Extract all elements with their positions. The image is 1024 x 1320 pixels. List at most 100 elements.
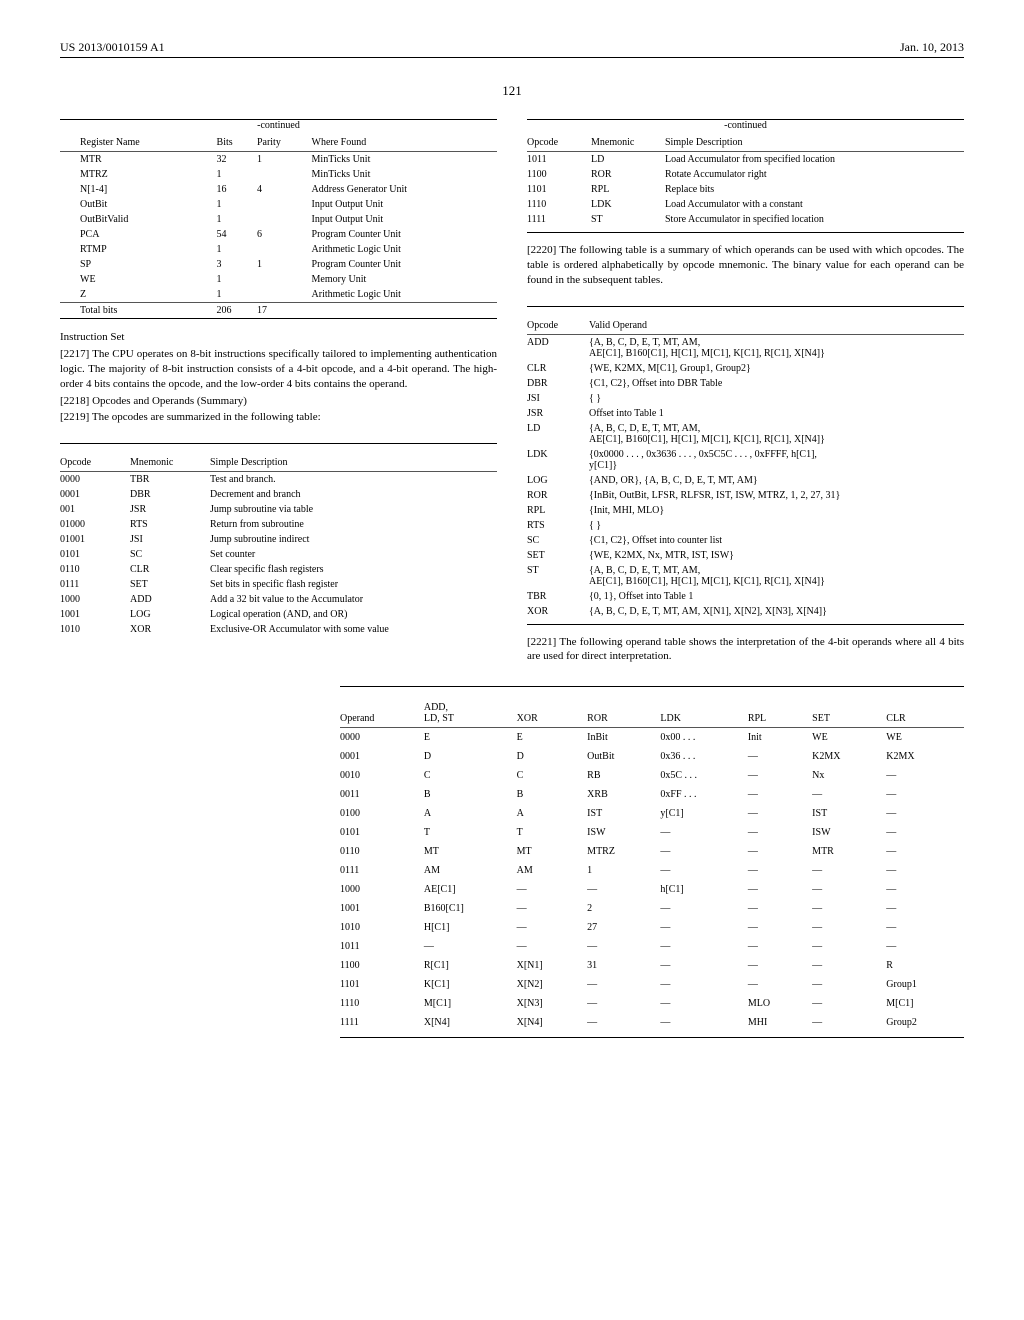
- cell: —: [587, 975, 660, 994]
- cell: X[N1]: [517, 956, 588, 975]
- col-header: Simple Description: [210, 454, 497, 472]
- table-row: 0100AAISTy[C1]—IST—: [340, 804, 964, 823]
- cell: —: [660, 899, 747, 918]
- cell: Arithmetic Logic Unit: [312, 242, 497, 257]
- cell: —: [748, 956, 812, 975]
- cell: [257, 212, 312, 227]
- cell: ST: [527, 563, 589, 589]
- cell: 1100: [527, 167, 591, 182]
- cell: X[N4]: [424, 1013, 517, 1032]
- cell: 0001: [60, 487, 130, 502]
- cell: LDK: [527, 447, 589, 473]
- table-row: SET{WE, K2MX, Nx, MTR, IST, ISW}: [527, 548, 964, 563]
- cell: MLO: [748, 994, 812, 1013]
- col-header: Register Name: [60, 134, 217, 152]
- table-row: ST{A, B, C, D, E, T, MT, AM, AE[C1], B16…: [527, 563, 964, 589]
- cell: IST: [587, 804, 660, 823]
- cell: Replace bits: [665, 182, 964, 197]
- cell: 1011: [527, 152, 591, 168]
- cell: Offset into Table 1: [589, 406, 964, 421]
- cell: MT: [424, 842, 517, 861]
- cell: AE[C1]: [424, 880, 517, 899]
- table-row: JSI{ }: [527, 391, 964, 406]
- table-row: 1111X[N4]X[N4]——MHI—Group2: [340, 1013, 964, 1032]
- cell: XOR: [130, 622, 210, 637]
- col-header: Opcode: [527, 317, 589, 335]
- cell: —: [812, 994, 886, 1013]
- register-table: -continued Register Name Bits Parity Whe…: [60, 119, 497, 319]
- cell: —: [748, 842, 812, 861]
- col-header: Operand: [340, 699, 424, 728]
- cell: MTRZ: [60, 167, 217, 182]
- table-row: 1101K[C1]X[N2]————Group1: [340, 975, 964, 994]
- cell: Test and branch.: [210, 472, 497, 488]
- cell: JSI: [527, 391, 589, 406]
- cell: 0110: [340, 842, 424, 861]
- cell: ST: [591, 212, 665, 227]
- cell: [257, 287, 312, 303]
- cell: 1100: [340, 956, 424, 975]
- table-row: CLR{WE, K2MX, M[C1], Group1, Group2}: [527, 361, 964, 376]
- table-caption: -continued: [527, 119, 964, 134]
- cell: {InBit, OutBit, LFSR, RLFSR, IST, ISW, M…: [589, 488, 964, 503]
- cell: 0x5C . . .: [660, 766, 747, 785]
- table-row: 1110LDKLoad Accumulator with a constant: [527, 197, 964, 212]
- cell: [257, 242, 312, 257]
- table-row: 1110M[C1]X[N3]——MLO—M[C1]: [340, 994, 964, 1013]
- cell: Set bits in specific flash register: [210, 577, 497, 592]
- cell: K[C1]: [424, 975, 517, 994]
- cell: D: [424, 747, 517, 766]
- cell: —: [886, 918, 964, 937]
- cell: —: [660, 861, 747, 880]
- cell: —: [886, 880, 964, 899]
- cell: {C1, C2}, Offset into counter list: [589, 533, 964, 548]
- table-row: 01001JSIJump subroutine indirect: [60, 532, 497, 547]
- cell: SET: [130, 577, 210, 592]
- cell: 0010: [340, 766, 424, 785]
- page-header: US 2013/0010159 A1 Jan. 10, 2013: [60, 40, 964, 58]
- cell: {WE, K2MX, Nx, MTR, IST, ISW}: [589, 548, 964, 563]
- cell: 6: [257, 227, 312, 242]
- cell: XOR: [527, 604, 589, 619]
- cell: N[1-4]: [60, 182, 217, 197]
- cell: A: [517, 804, 588, 823]
- cell: —: [812, 918, 886, 937]
- cell: Group1: [886, 975, 964, 994]
- cell: [257, 167, 312, 182]
- cell: Address Generator Unit: [312, 182, 497, 197]
- cell: CLR: [527, 361, 589, 376]
- table-row: 0101TTISW——ISW—: [340, 823, 964, 842]
- cell: 1: [257, 152, 312, 168]
- cell: Decrement and branch: [210, 487, 497, 502]
- cell: Return from subroutine: [210, 517, 497, 532]
- cell: ADD: [527, 334, 589, 361]
- cell: —: [812, 1013, 886, 1032]
- cell: —: [812, 975, 886, 994]
- cell: SET: [527, 548, 589, 563]
- table-row: 1101RPLReplace bits: [527, 182, 964, 197]
- paragraph: [2217] The CPU operates on 8-bit instruc…: [60, 347, 497, 392]
- cell: —: [748, 785, 812, 804]
- cell: JSI: [130, 532, 210, 547]
- cell: —: [517, 899, 588, 918]
- table-row: 0011BBXRB0xFF . . .———: [340, 785, 964, 804]
- cell: {AND, OR}, {A, B, C, D, E, T, MT, AM}: [589, 473, 964, 488]
- total-label: Total bits: [60, 303, 217, 319]
- table-row: SP31Program Counter Unit: [60, 257, 497, 272]
- table-row: 1010H[C1]—27————: [340, 918, 964, 937]
- cell: E: [424, 728, 517, 748]
- table-row: RPL{Init, MHI, MLO}: [527, 503, 964, 518]
- table-row: 1010XORExclusive-OR Accumulator with som…: [60, 622, 497, 637]
- cell: —: [660, 975, 747, 994]
- table-row: 1000ADDAdd a 32 bit value to the Accumul…: [60, 592, 497, 607]
- cell: —: [748, 899, 812, 918]
- table-caption: -continued: [60, 119, 497, 134]
- cell: Jump subroutine indirect: [210, 532, 497, 547]
- table-row: N[1-4]164Address Generator Unit: [60, 182, 497, 197]
- cell: 1: [217, 242, 257, 257]
- cell: 4: [257, 182, 312, 197]
- opcode-table-b: -continued Opcode Mnemonic Simple Descri…: [527, 119, 964, 233]
- cell: —: [812, 785, 886, 804]
- cell: LD: [591, 152, 665, 168]
- cell: LD: [527, 421, 589, 447]
